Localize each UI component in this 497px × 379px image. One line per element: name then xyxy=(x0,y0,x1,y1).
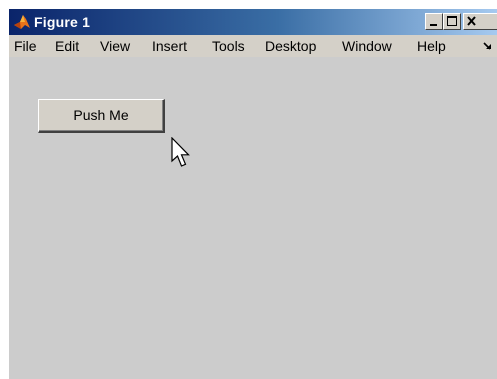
minimize-icon xyxy=(430,24,437,26)
menu-insert[interactable]: Insert xyxy=(152,38,187,54)
mouse-pointer-icon xyxy=(171,137,190,167)
matlab-icon xyxy=(14,15,30,29)
figure-window: Figure 1 File Edit View Insert Tools Des… xyxy=(8,8,497,379)
maximize-button[interactable] xyxy=(443,13,461,30)
menu-desktop[interactable]: Desktop xyxy=(265,38,316,54)
title-bar[interactable]: Figure 1 xyxy=(9,9,497,35)
menu-edit[interactable]: Edit xyxy=(55,38,79,54)
dock-arrow-icon[interactable] xyxy=(482,40,494,52)
menu-bar: File Edit View Insert Tools Desktop Wind… xyxy=(9,35,497,57)
close-button[interactable] xyxy=(463,13,497,30)
maximize-icon xyxy=(447,16,457,26)
menu-window[interactable]: Window xyxy=(342,38,392,54)
menu-tools[interactable]: Tools xyxy=(212,38,245,54)
push-me-button[interactable]: Push Me xyxy=(38,99,165,133)
close-icon xyxy=(467,16,476,26)
minimize-button[interactable] xyxy=(425,13,443,30)
menu-help[interactable]: Help xyxy=(417,38,446,54)
menu-file[interactable]: File xyxy=(14,38,37,54)
window-title: Figure 1 xyxy=(34,14,91,30)
menu-view[interactable]: View xyxy=(100,38,130,54)
